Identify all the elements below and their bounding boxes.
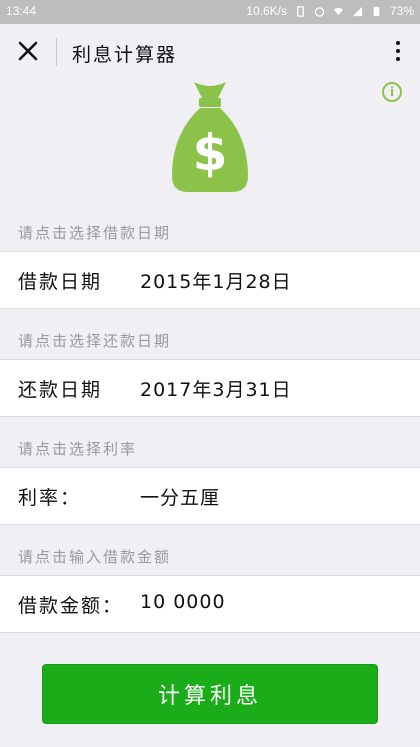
calculate-interest-button[interactable]: 计算利息 bbox=[42, 664, 378, 724]
hint-amount: 请点击输入借款金额 bbox=[18, 548, 172, 566]
signal-icon bbox=[352, 6, 363, 16]
loan-date-label: 借款日期 bbox=[18, 271, 103, 293]
title-divider bbox=[56, 38, 57, 66]
vibrate-icon bbox=[297, 5, 304, 17]
info-icon[interactable]: i bbox=[382, 82, 402, 102]
return-date-value: 2017年3月31日 bbox=[140, 379, 292, 401]
status-time: 13:44 bbox=[6, 4, 37, 18]
network-speed: 10.6K/s bbox=[246, 4, 287, 18]
more-vertical-icon bbox=[396, 41, 400, 45]
amount-input[interactable]: 10 0000 bbox=[140, 591, 226, 613]
rate-value: 一分五厘 bbox=[140, 487, 221, 509]
rate-row[interactable]: 利率： 一分五厘 bbox=[0, 467, 420, 525]
page-title: 利息计算器 bbox=[72, 44, 178, 66]
status-bar: 13:44 10.6K/s 73% bbox=[0, 0, 420, 24]
return-date-label: 还款日期 bbox=[18, 379, 103, 401]
wifi-icon bbox=[333, 7, 344, 15]
hint-rate: 请点击选择利率 bbox=[18, 440, 138, 458]
battery-level: 73% bbox=[389, 4, 414, 18]
rate-label: 利率： bbox=[18, 487, 82, 509]
more-dot bbox=[396, 57, 400, 61]
amount-label: 借款金额： bbox=[18, 595, 124, 617]
return-date-row[interactable]: 还款日期 2017年3月31日 bbox=[0, 359, 420, 417]
money-bag-icon: $ bbox=[172, 82, 248, 192]
status-right: 10.6K/s 73% bbox=[246, 4, 414, 18]
close-button[interactable] bbox=[10, 36, 46, 68]
hint-return-date: 请点击选择还款日期 bbox=[18, 332, 172, 350]
close-icon bbox=[18, 41, 38, 61]
alarm-icon bbox=[314, 6, 325, 17]
loan-date-row[interactable]: 借款日期 2015年1月28日 bbox=[0, 251, 420, 309]
hint-loan-date: 请点击选择借款日期 bbox=[18, 224, 172, 242]
more-button[interactable] bbox=[392, 38, 404, 68]
svg-text:$: $ bbox=[193, 124, 228, 182]
more-dot bbox=[396, 49, 400, 53]
battery-icon bbox=[373, 6, 380, 16]
title-bar: 利息计算器 bbox=[0, 24, 420, 80]
amount-row[interactable]: 借款金额： 10 0000 bbox=[0, 575, 420, 633]
loan-date-value: 2015年1月28日 bbox=[140, 271, 292, 293]
